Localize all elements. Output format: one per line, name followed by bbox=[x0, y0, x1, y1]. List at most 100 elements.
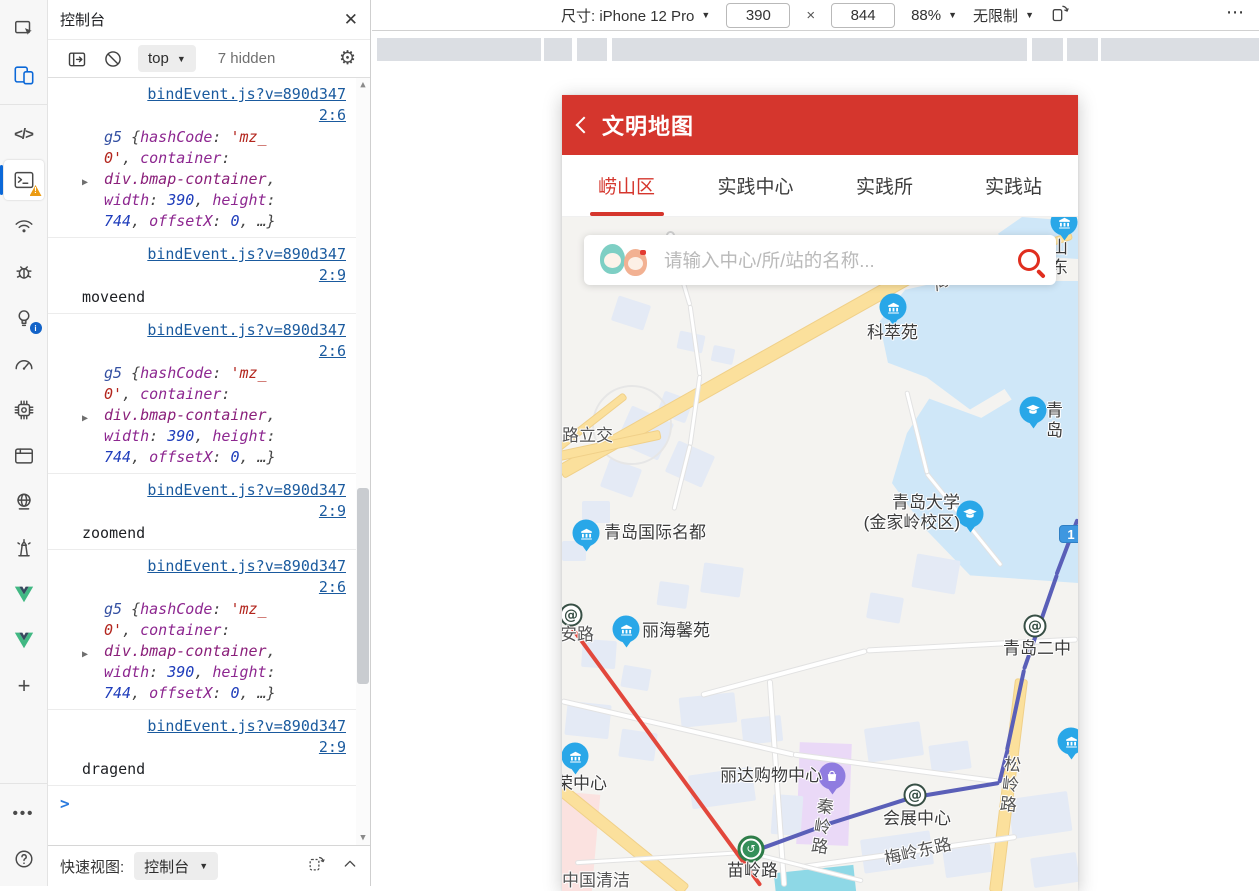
transit-station-icon[interactable]: ↺ bbox=[738, 836, 765, 863]
elements-icon[interactable]: </> bbox=[4, 114, 44, 154]
clear-console-icon[interactable] bbox=[102, 48, 124, 70]
metro-line bbox=[914, 781, 999, 799]
zoom-selector[interactable]: 88% ▼ bbox=[911, 7, 957, 24]
skeleton-block bbox=[577, 38, 607, 61]
poi-marker-building[interactable] bbox=[573, 520, 600, 547]
issues-icon[interactable]: i bbox=[4, 298, 44, 338]
chevron-down-icon: ▼ bbox=[948, 10, 957, 20]
poi-label: 青岛大学 (金家岭校区) bbox=[862, 493, 960, 533]
poi-marker-mall[interactable] bbox=[819, 763, 846, 790]
console-icon[interactable]: ! bbox=[4, 160, 44, 200]
more-options-icon[interactable]: ⋯ bbox=[1226, 2, 1245, 23]
network-icon[interactable] bbox=[4, 206, 44, 246]
emulated-phone-viewport: 文明地图 崂山区实践中心实践所实践站 1@@@↺山东科萃苑青岛海尔路路立交青岛国… bbox=[562, 95, 1078, 891]
metro-station-icon[interactable]: @ bbox=[904, 784, 927, 807]
poi-marker-building[interactable] bbox=[562, 743, 589, 770]
search-icon[interactable] bbox=[1018, 249, 1040, 271]
building-block bbox=[679, 692, 738, 728]
device-emulation-icon[interactable] bbox=[4, 55, 44, 95]
console-log-entry: bindEvent.js?v=890d347 2:9zoomend bbox=[48, 474, 356, 550]
poi-marker-school[interactable] bbox=[957, 501, 984, 528]
debugger-icon[interactable] bbox=[4, 252, 44, 292]
log-object-preview[interactable]: ▶g5 {hashCode: 'mz_ 0', container: div.b… bbox=[60, 363, 346, 468]
zoom-value: 88% bbox=[911, 7, 941, 24]
rotate-device-icon[interactable] bbox=[1050, 3, 1070, 27]
metro-station-icon[interactable]: @ bbox=[1024, 615, 1047, 638]
device-selector[interactable]: 尺寸: iPhone 12 Pro ▼ bbox=[561, 5, 710, 26]
lighthouse-icon[interactable] bbox=[4, 528, 44, 568]
log-source-link[interactable]: bindEvent.js?v=890d347 2:9 bbox=[60, 716, 346, 758]
console-log-entry: bindEvent.js?v=890d347 2:6▶g5 {hashCode:… bbox=[48, 550, 356, 710]
quick-view-selector[interactable]: 控制台 ▼ bbox=[134, 852, 218, 880]
device-dimensions-label: 尺寸: iPhone 12 Pro bbox=[561, 5, 694, 26]
building-block bbox=[620, 665, 651, 692]
poi-marker-building[interactable] bbox=[613, 616, 640, 643]
panel-title: 控制台 bbox=[60, 9, 105, 30]
expand-object-icon[interactable]: ▶ bbox=[82, 408, 88, 429]
log-source-link[interactable]: bindEvent.js?v=890d347 2:9 bbox=[60, 244, 346, 286]
log-object-preview[interactable]: ▶g5 {hashCode: 'mz_ 0', container: div.b… bbox=[60, 127, 346, 232]
memory-icon[interactable] bbox=[4, 390, 44, 430]
open-console-sidebar-icon[interactable] bbox=[66, 48, 88, 70]
skeleton-block bbox=[612, 38, 1027, 61]
building-block bbox=[700, 562, 744, 597]
poi-marker-building[interactable] bbox=[880, 294, 907, 321]
tab-4[interactable]: 实践站 bbox=[949, 155, 1078, 216]
vue-devtools-icon[interactable] bbox=[4, 620, 44, 660]
map-canvas[interactable]: 1@@@↺山东科萃苑青岛海尔路路立交青岛国际名都青岛大学 (金家岭校区)安路丽海… bbox=[562, 217, 1078, 891]
close-icon[interactable]: ✕ bbox=[344, 11, 358, 28]
console-prompt[interactable]: > bbox=[48, 786, 356, 821]
log-source-link[interactable]: bindEvent.js?v=890d347 2:9 bbox=[60, 480, 346, 522]
help-icon[interactable] bbox=[4, 839, 44, 879]
road-shield[interactable]: 1 bbox=[1059, 525, 1078, 543]
scroll-up-icon[interactable]: ▲ bbox=[356, 78, 370, 92]
search-bar[interactable]: 请输入中心/所/站的名称... bbox=[584, 235, 1056, 285]
app-title: 文明地图 bbox=[602, 109, 694, 141]
poi-marker-school[interactable] bbox=[1020, 397, 1047, 424]
console-scrollbar[interactable]: ▲ ▼ bbox=[356, 78, 370, 845]
console-log-area: bindEvent.js?v=890d347 2:6▶g5 {hashCode:… bbox=[48, 78, 370, 845]
add-tools-icon[interactable]: + bbox=[4, 666, 44, 706]
scrollbar-thumb[interactable] bbox=[357, 488, 369, 684]
javascript-context-dropdown[interactable]: top ▼ bbox=[138, 45, 196, 72]
network-conditions-icon[interactable] bbox=[4, 482, 44, 522]
log-message: moveend bbox=[60, 287, 346, 308]
log-source-link[interactable]: bindEvent.js?v=890d347 2:6 bbox=[60, 320, 346, 362]
throttling-selector[interactable]: 无限制 ▼ bbox=[973, 5, 1034, 26]
log-source-link[interactable]: bindEvent.js?v=890d347 2:6 bbox=[60, 84, 346, 126]
building-block bbox=[711, 345, 736, 365]
building-block bbox=[864, 721, 924, 762]
vue-devtools-icon[interactable] bbox=[4, 574, 44, 614]
quick-view-label: 快速视图: bbox=[60, 856, 124, 877]
device-height-input[interactable] bbox=[831, 3, 895, 28]
application-icon[interactable] bbox=[4, 436, 44, 476]
chevron-down-icon: ▼ bbox=[199, 861, 208, 871]
log-message: zoomend bbox=[60, 523, 346, 544]
back-icon[interactable] bbox=[576, 117, 593, 134]
poi-marker-building[interactable] bbox=[1058, 728, 1079, 755]
console-settings-gear-icon[interactable]: ⚙ bbox=[339, 47, 356, 70]
log-message: dragend bbox=[60, 759, 346, 780]
performance-icon[interactable] bbox=[4, 344, 44, 384]
scroll-down-icon[interactable]: ▼ bbox=[356, 831, 370, 845]
log-source-link[interactable]: bindEvent.js?v=890d347 2:6 bbox=[60, 556, 346, 598]
log-object-preview[interactable]: ▶g5 {hashCode: 'mz_ 0', container: div.b… bbox=[60, 599, 346, 704]
tab-3[interactable]: 实践所 bbox=[820, 155, 949, 216]
activity-bar-location-icon[interactable] bbox=[307, 854, 326, 878]
metro-station-icon[interactable]: @ bbox=[562, 604, 583, 627]
expand-object-icon[interactable]: ▶ bbox=[82, 172, 88, 193]
device-width-input[interactable] bbox=[726, 3, 790, 28]
search-input[interactable]: 请输入中心/所/站的名称... bbox=[664, 247, 1006, 273]
page-skeleton-strip bbox=[372, 38, 1259, 61]
tab-2[interactable]: 实践中心 bbox=[691, 155, 820, 216]
expand-object-icon[interactable]: ▶ bbox=[82, 644, 88, 665]
collapse-quick-view-icon[interactable] bbox=[342, 856, 358, 877]
poi-label: 丽海馨苑 bbox=[642, 621, 710, 641]
hidden-messages-count[interactable]: 7 hidden bbox=[218, 50, 276, 67]
poi-marker-building[interactable] bbox=[1051, 217, 1078, 236]
inspect-tool-icon[interactable] bbox=[4, 9, 44, 49]
quick-view-value: 控制台 bbox=[144, 856, 189, 877]
more-tools-icon[interactable]: ••• bbox=[4, 793, 44, 833]
tab-1[interactable]: 崂山区 bbox=[562, 155, 691, 216]
skeleton-block bbox=[1032, 38, 1063, 61]
